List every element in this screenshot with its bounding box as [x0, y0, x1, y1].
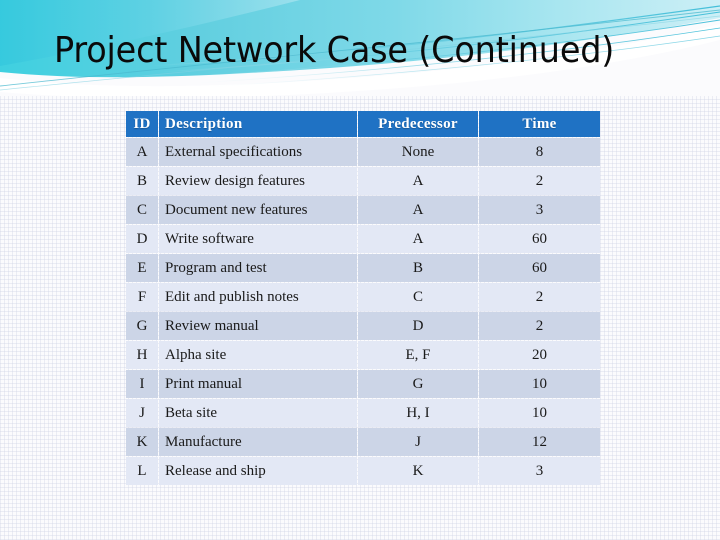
cell-time: 10: [479, 399, 600, 427]
table-row: L Release and ship K 3: [126, 457, 600, 485]
cell-predecessor: G: [358, 370, 478, 398]
cell-time: 12: [479, 428, 600, 456]
cell-time: 20: [479, 341, 600, 369]
cell-id: D: [126, 225, 158, 253]
cell-id: E: [126, 254, 158, 282]
cell-predecessor: D: [358, 312, 478, 340]
column-header-id: ID: [126, 111, 158, 137]
column-header-time: Time: [479, 111, 600, 137]
page-title: Project Network Case (Continued): [54, 30, 615, 71]
table-row: J Beta site H, I 10: [126, 399, 600, 427]
cell-predecessor: E, F: [358, 341, 478, 369]
cell-predecessor: B: [358, 254, 478, 282]
cell-id: A: [126, 138, 158, 166]
cell-description: Print manual: [159, 370, 357, 398]
cell-id: C: [126, 196, 158, 224]
cell-time: 2: [479, 312, 600, 340]
cell-time: 8: [479, 138, 600, 166]
cell-description: Review manual: [159, 312, 357, 340]
table-row: H Alpha site E, F 20: [126, 341, 600, 369]
cell-predecessor: H, I: [358, 399, 478, 427]
table-row: E Program and test B 60: [126, 254, 600, 282]
project-activity-table: ID Description Predecessor Time A Extern…: [125, 110, 600, 486]
cell-description: Review design features: [159, 167, 357, 195]
table-row: C Document new features A 3: [126, 196, 600, 224]
cell-time: 60: [479, 254, 600, 282]
table-row: I Print manual G 10: [126, 370, 600, 398]
cell-predecessor: C: [358, 283, 478, 311]
table-row: B Review design features A 2: [126, 167, 600, 195]
cell-predecessor: K: [358, 457, 478, 485]
cell-description: Beta site: [159, 399, 357, 427]
cell-description: Alpha site: [159, 341, 357, 369]
cell-description: Program and test: [159, 254, 357, 282]
cell-time: 3: [479, 196, 600, 224]
table-row: F Edit and publish notes C 2: [126, 283, 600, 311]
cell-predecessor: A: [358, 196, 478, 224]
table-row: G Review manual D 2: [126, 312, 600, 340]
table-header-row: ID Description Predecessor Time: [126, 111, 600, 137]
cell-time: 2: [479, 283, 600, 311]
table-body: A External specifications None 8 B Revie…: [126, 138, 600, 485]
activity-table: ID Description Predecessor Time A Extern…: [125, 110, 601, 486]
cell-description: External specifications: [159, 138, 357, 166]
table-row: D Write software A 60: [126, 225, 600, 253]
cell-description: Write software: [159, 225, 357, 253]
cell-time: 60: [479, 225, 600, 253]
cell-id: G: [126, 312, 158, 340]
table-row: A External specifications None 8: [126, 138, 600, 166]
cell-time: 2: [479, 167, 600, 195]
cell-id: F: [126, 283, 158, 311]
cell-description: Release and ship: [159, 457, 357, 485]
table-header: ID Description Predecessor Time: [126, 111, 600, 137]
table-row: K Manufacture J 12: [126, 428, 600, 456]
cell-id: B: [126, 167, 158, 195]
cell-id: L: [126, 457, 158, 485]
cell-description: Edit and publish notes: [159, 283, 357, 311]
cell-predecessor: J: [358, 428, 478, 456]
cell-id: I: [126, 370, 158, 398]
cell-id: J: [126, 399, 158, 427]
cell-time: 10: [479, 370, 600, 398]
cell-description: Document new features: [159, 196, 357, 224]
column-header-description: Description: [159, 111, 357, 137]
cell-id: K: [126, 428, 158, 456]
slide: Project Network Case (Continued) ID Desc…: [0, 0, 720, 540]
cell-time: 3: [479, 457, 600, 485]
cell-id: H: [126, 341, 158, 369]
cell-predecessor: A: [358, 225, 478, 253]
cell-predecessor: None: [358, 138, 478, 166]
cell-predecessor: A: [358, 167, 478, 195]
cell-description: Manufacture: [159, 428, 357, 456]
column-header-predecessor: Predecessor: [358, 111, 478, 137]
